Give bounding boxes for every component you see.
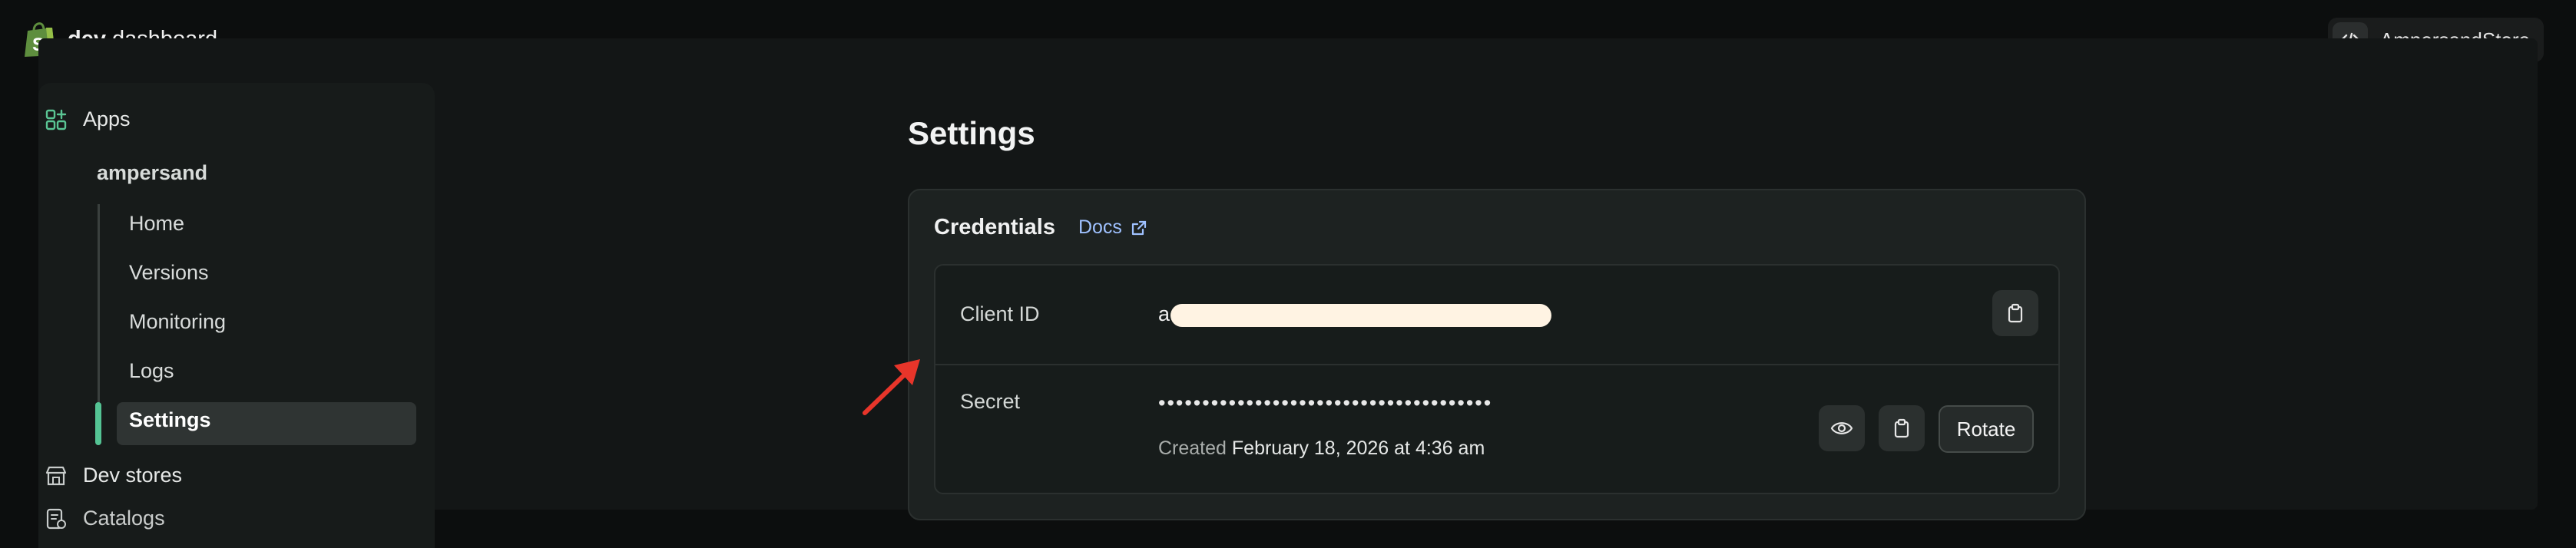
external-link-icon xyxy=(1131,220,1147,235)
sidebar-item-logs[interactable]: Logs xyxy=(129,359,174,383)
sidebar-item-label: Apps xyxy=(83,107,131,130)
sidebar-item-home[interactable]: Home xyxy=(129,212,184,236)
card-header: Credentials Docs xyxy=(934,215,1148,240)
active-indicator xyxy=(95,402,101,445)
page-title: Settings xyxy=(908,115,1035,151)
sidebar-item-ampersand[interactable]: ampersand xyxy=(97,161,207,185)
annotation-arrow-icon xyxy=(863,359,920,415)
reveal-secret-button[interactable] xyxy=(1819,405,1865,451)
sidebar-item-settings[interactable]: Settings xyxy=(129,408,211,432)
sidebar-item-label: Catalogs xyxy=(83,507,165,530)
sidebar-item-versions[interactable]: Versions xyxy=(129,261,209,285)
credentials-table: Client ID a Secret •••••••••••••••••••••… xyxy=(934,264,2060,494)
secret-created-text: Created February 18, 2026 at 4:36 am xyxy=(1158,437,1485,459)
sidebar-item-dev-stores[interactable]: Dev stores xyxy=(45,464,182,487)
redaction-bar xyxy=(1170,304,1551,327)
eye-icon xyxy=(1830,422,1853,434)
sidebar-item-monitoring[interactable]: Monitoring xyxy=(129,310,226,334)
clipboard-icon xyxy=(2008,303,2023,323)
row-divider xyxy=(935,364,2058,365)
sidebar-item-apps[interactable]: Apps xyxy=(45,107,131,131)
sidebar-item-catalogs[interactable]: Catalogs xyxy=(45,507,165,530)
copy-secret-button[interactable] xyxy=(1879,405,1925,451)
client-id-label: Client ID xyxy=(960,302,1040,325)
secret-label: Secret xyxy=(960,390,1021,413)
secret-masked-value[interactable]: •••••••••••••••••••••••••••••••••••••• xyxy=(1158,391,1492,415)
rotate-secret-button[interactable]: Rotate xyxy=(1939,405,2034,453)
store-icon xyxy=(45,466,67,485)
client-id-value[interactable]: a xyxy=(1158,302,1170,326)
catalog-icon xyxy=(46,508,66,529)
sidebar-item-label: Dev stores xyxy=(83,464,183,487)
docs-link[interactable]: Docs xyxy=(1078,216,1148,239)
credentials-card: Credentials Docs Client ID a Secret ••••… xyxy=(908,189,2086,520)
card-title: Credentials xyxy=(934,215,1055,239)
clipboard-icon xyxy=(1894,418,1909,438)
apps-icon xyxy=(45,109,67,130)
docs-link-label: Docs xyxy=(1078,216,1122,238)
copy-client-id-button[interactable] xyxy=(1992,290,2038,336)
